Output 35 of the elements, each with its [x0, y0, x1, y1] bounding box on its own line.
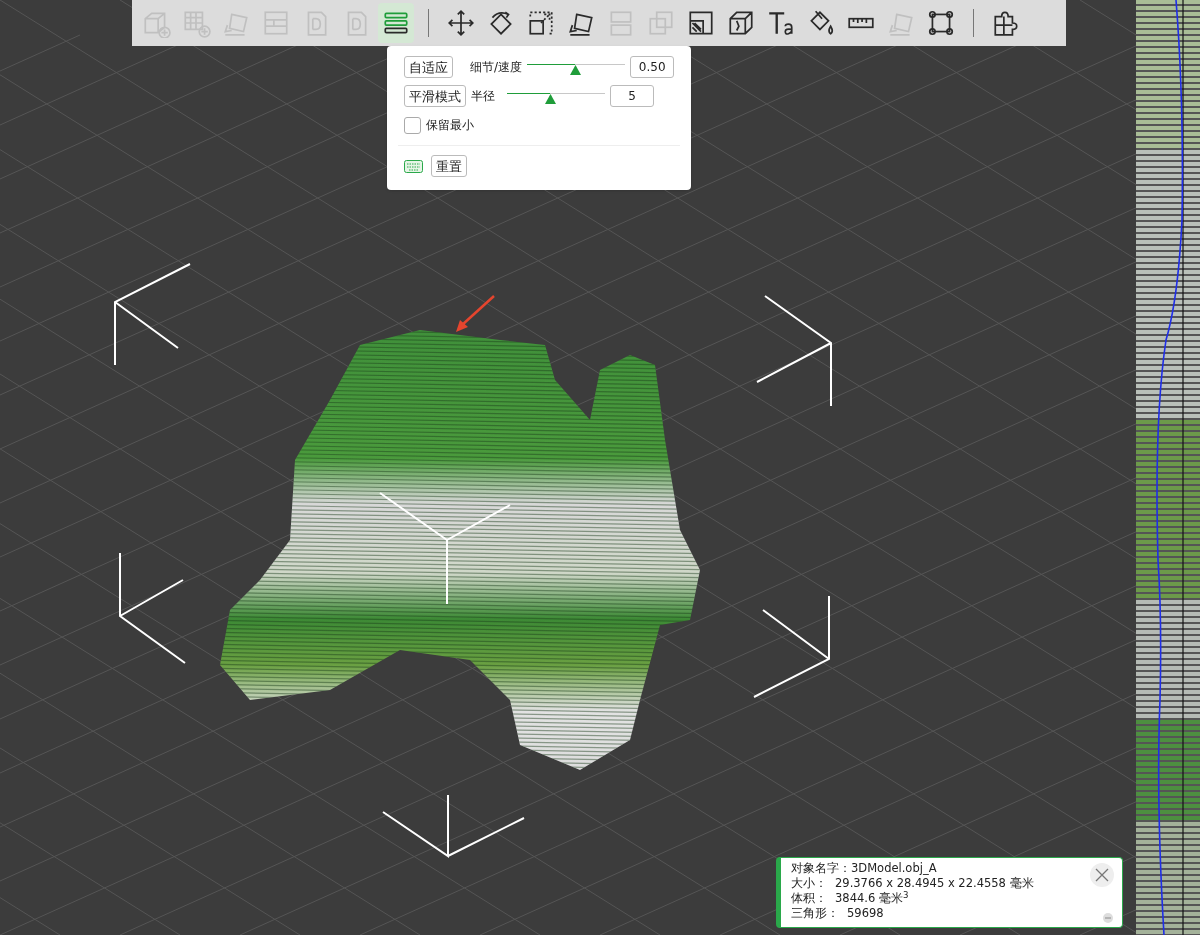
arrow-icon [456, 295, 496, 333]
info-value: 3DModel.obj_A [851, 861, 937, 876]
grid-plus-icon [181, 8, 211, 38]
close-button[interactable] [1090, 863, 1114, 887]
detail-value-field[interactable]: 0.50 [630, 56, 674, 78]
reset-button[interactable]: 重置 [431, 155, 467, 177]
toolbar-button[interactable] [378, 3, 414, 43]
minimize-button[interactable] [1103, 913, 1113, 923]
layout-icon [261, 8, 291, 38]
info-label: 大小： [791, 876, 827, 891]
adaptive-button[interactable]: 自适应 [404, 56, 453, 78]
minus-icon [1105, 917, 1111, 919]
info-value: 59698 [847, 906, 884, 921]
radius-value-field[interactable]: 5 [610, 85, 654, 107]
keep-min-checkbox[interactable] [404, 116, 421, 134]
slider-thumb[interactable] [570, 65, 582, 75]
scale-icon [526, 8, 556, 38]
overlap-squares-icon [646, 8, 676, 38]
cube-icon [726, 8, 756, 38]
detail-label: 细节/速度 [470, 59, 524, 76]
info-label: 三角形： [791, 906, 839, 921]
move-arrows-icon [446, 8, 476, 38]
viewport[interactable]: 自适应 细节/速度 0.50 平滑模式 半径 5 保留最小 重置 对象名字：3DModel.obj_A 大小： 29.3766 x 28.4945 x 22.4558 毫米 体积： 3844.6 毫米$^{3}$ 三角形： 59698 [0, 0, 1136, 935]
smooth-mode-button[interactable]: 平滑模式 [404, 85, 466, 107]
frame-corners-icon [926, 8, 956, 38]
info-value: 29.3766 x 28.4945 x 22.4558 毫米 [835, 876, 1034, 891]
slider-thumb[interactable] [545, 94, 557, 104]
keep-min-label: 保留最小 [426, 117, 474, 134]
info-value: 3844.6 毫米$^{3}$ [835, 891, 909, 906]
corner-icon [686, 8, 716, 38]
radius-label: 半径 [471, 88, 496, 105]
info-label: 体积： [791, 891, 827, 906]
close-icon [1095, 868, 1109, 882]
info-label: 对象名字： [791, 861, 851, 876]
keyboard-icon[interactable] [404, 159, 423, 173]
